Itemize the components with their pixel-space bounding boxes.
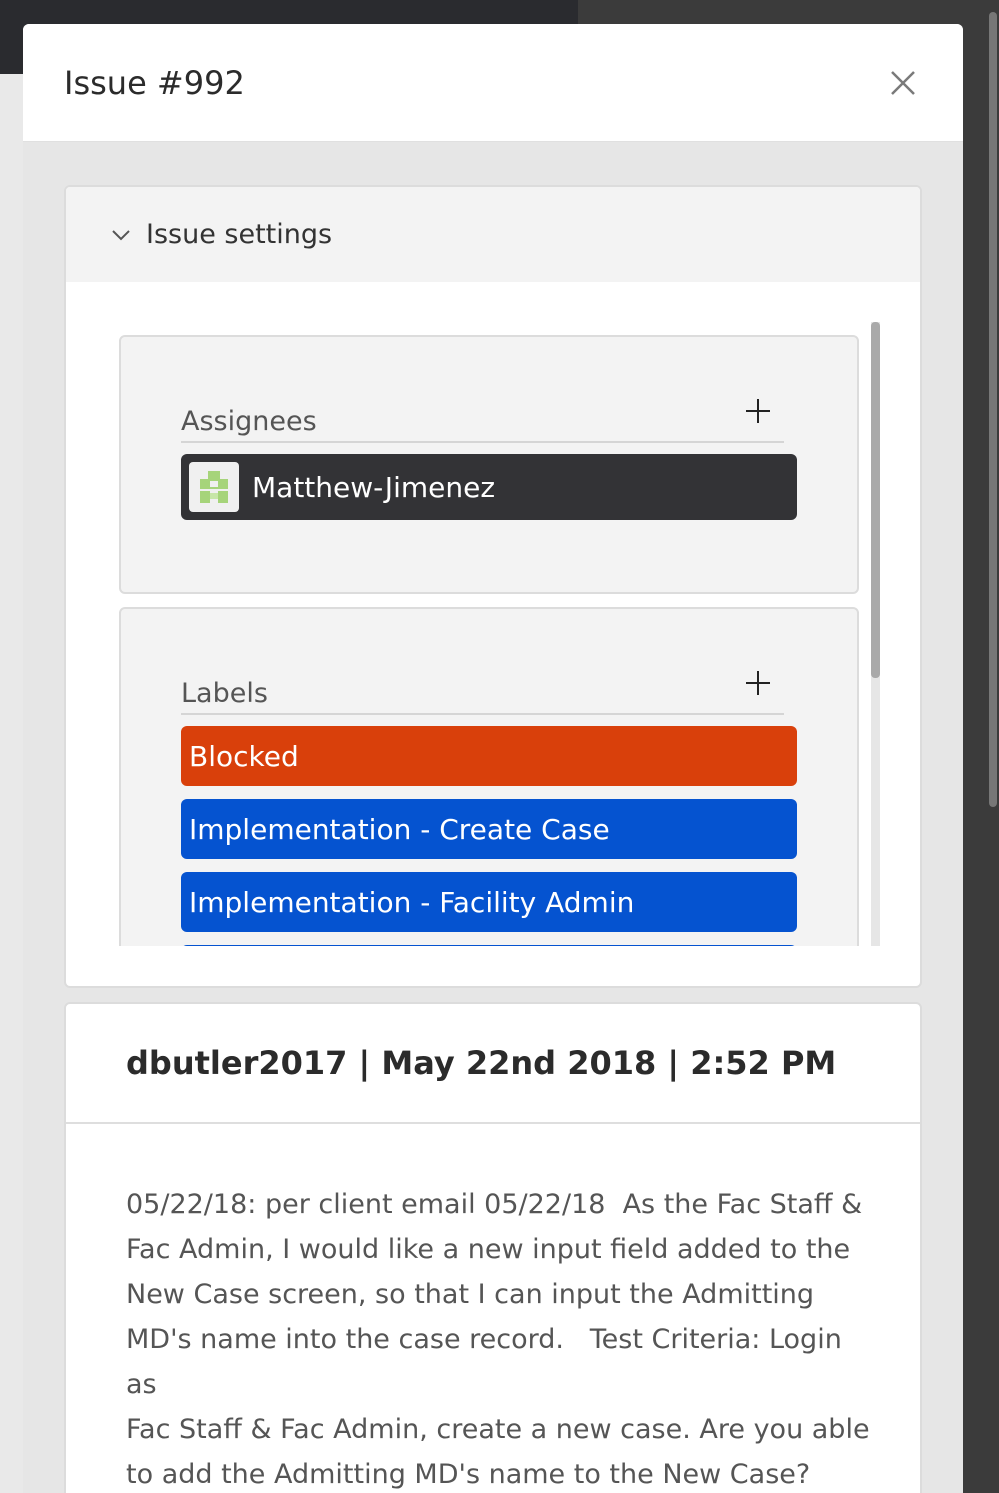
label-chip-partial[interactable] <box>181 945 797 946</box>
labels-group: Labels Blocked Implementation - Create C… <box>119 607 859 946</box>
close-icon <box>891 70 915 95</box>
chevron-down-icon <box>112 229 130 240</box>
settings-scrollbar-thumb[interactable] <box>871 322 880 678</box>
modal-title: Issue #992 <box>64 63 245 102</box>
comment-meta: dbutler2017 | May 22nd 2018 | 2:52 PM <box>126 1044 837 1082</box>
modal-header: Issue #992 <box>23 24 963 142</box>
label-chip-implementation-create-case[interactable]: Implementation - Create Case <box>181 799 797 859</box>
comment-card: dbutler2017 | May 22nd 2018 | 2:52 PM 05… <box>64 1002 922 1493</box>
issue-settings-body: Assignees Matthew-Jimenez Labels Blocked… <box>66 282 920 946</box>
issue-settings-panel: Issue settings Assignees Matthew-Jimenez… <box>64 185 922 988</box>
comment-header: dbutler2017 | May 22nd 2018 | 2:52 PM <box>66 1004 920 1124</box>
label-chip-implementation-facility-admin[interactable]: Implementation - Facility Admin <box>181 872 797 932</box>
page-scrollbar-thumb[interactable] <box>989 12 997 807</box>
comment-body: 05/22/18: per client email 05/22/18 As t… <box>126 1189 870 1490</box>
assignees-header: Assignees <box>181 395 784 443</box>
add-assignee-button[interactable] <box>744 397 772 425</box>
identicon-icon <box>200 471 228 503</box>
assignees-title: Assignees <box>181 406 317 437</box>
label-chip-blocked[interactable]: Blocked <box>181 726 797 786</box>
labels-title: Labels <box>181 678 268 709</box>
issue-modal: Issue #992 Issue settings Assignees Matt… <box>23 24 963 1493</box>
issue-settings-label: Issue settings <box>146 219 333 250</box>
close-button[interactable] <box>883 63 923 103</box>
labels-header: Labels <box>181 667 784 715</box>
assignees-group: Assignees Matthew-Jimenez <box>119 335 859 594</box>
issue-settings-toggle[interactable]: Issue settings <box>66 187 920 282</box>
assignee-chip[interactable]: Matthew-Jimenez <box>181 454 797 520</box>
assignee-name: Matthew-Jimenez <box>252 470 496 504</box>
page-scrollbar[interactable] <box>963 0 999 1493</box>
avatar <box>189 462 239 512</box>
add-label-button[interactable] <box>744 669 772 697</box>
